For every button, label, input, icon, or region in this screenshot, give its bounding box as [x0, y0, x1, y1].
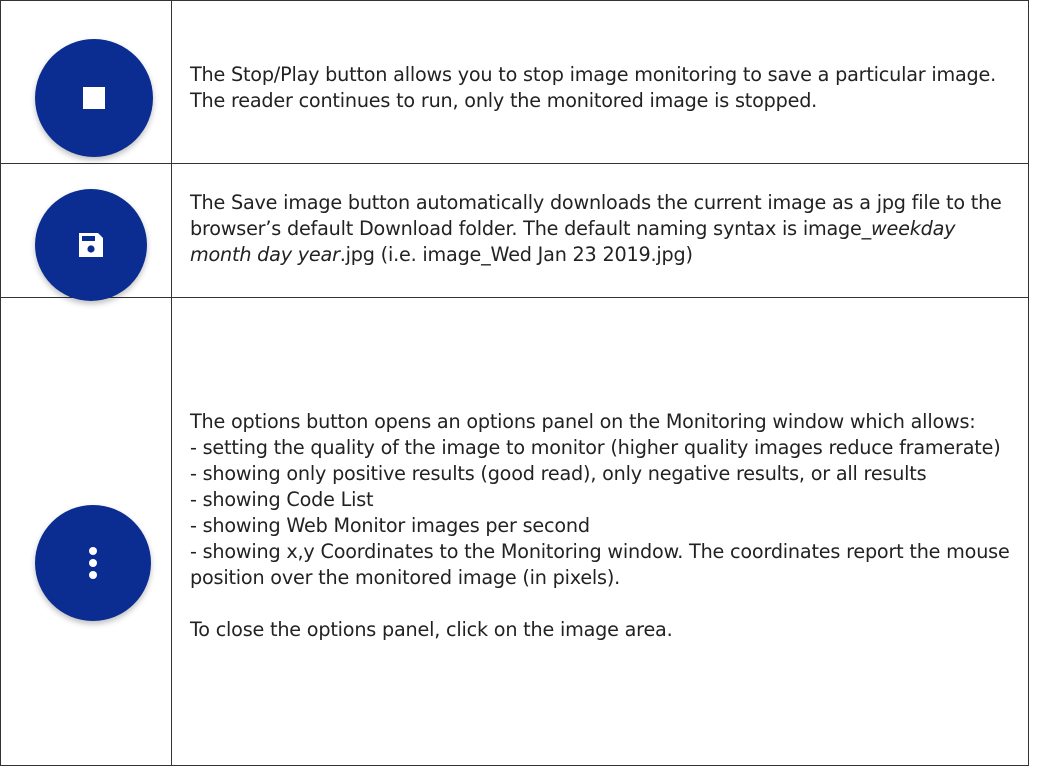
icon-cell	[0, 0, 172, 164]
options-button[interactable]	[35, 505, 151, 621]
options-list-item: - showing x,y Coordinates to the Monitor…	[190, 539, 1010, 589]
table-row: The options button opens an options pane…	[0, 297, 1029, 766]
stop-play-button[interactable]	[35, 39, 153, 157]
options-intro: The options button opens an options pane…	[190, 409, 976, 433]
stop-play-description: The Stop/Play button allows you to stop …	[190, 63, 997, 112]
options-list-item: - showing only positive results (good re…	[190, 461, 927, 485]
table-row: The Save image button automatically down…	[0, 163, 1029, 301]
options-list-item: - showing Code List	[190, 487, 374, 511]
more-vert-icon	[35, 505, 151, 621]
description-cell: The Stop/Play button allows you to stop …	[171, 0, 1029, 164]
description-cell: The Save image button automatically down…	[171, 163, 1029, 298]
icon-cell	[0, 297, 172, 766]
options-closing: To close the options panel, click on the…	[190, 617, 673, 641]
button-reference-table: The Stop/Play button allows you to stop …	[0, 0, 1029, 766]
stop-icon	[35, 39, 153, 157]
save-icon	[35, 189, 147, 301]
options-list-item: - showing Web Monitor images per second	[190, 513, 590, 537]
options-description: The options button opens an options pane…	[190, 409, 1020, 643]
icon-cell	[0, 163, 172, 301]
syntax-prefix: image_	[802, 216, 872, 240]
options-list-item: - setting the quality of the image to mo…	[190, 435, 1001, 459]
description-cell: The options button opens an options pane…	[171, 297, 1029, 766]
syntax-suffix: .jpg (i.e. image_Wed Jan 23 2019.jpg)	[339, 242, 693, 266]
save-image-description: The Save image button automatically down…	[190, 190, 1020, 268]
save-image-button[interactable]	[35, 189, 147, 301]
table-row: The Stop/Play button allows you to stop …	[0, 0, 1029, 164]
